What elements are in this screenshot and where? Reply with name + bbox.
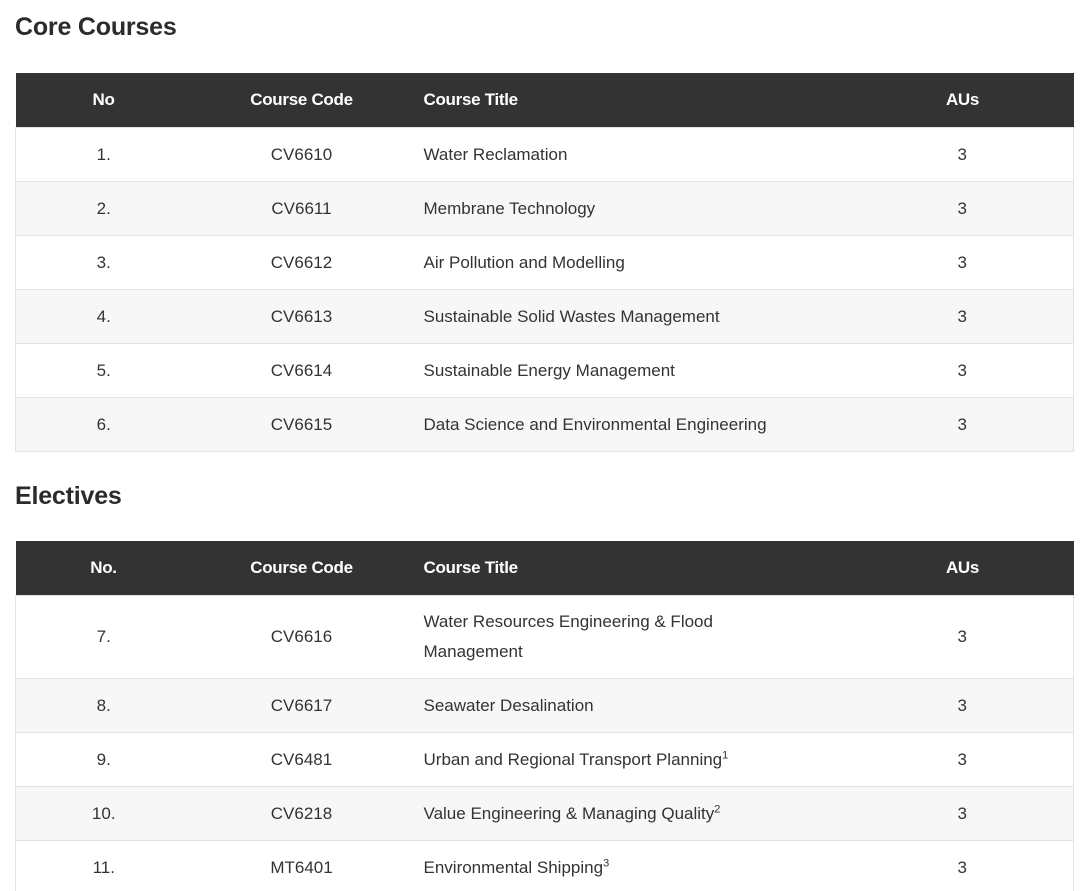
cell-aus: 3 [851, 678, 1074, 733]
cell-course-title: Sustainable Energy Management [411, 343, 852, 398]
footnote-marker: 3 [603, 856, 610, 869]
cell-no: 11. [15, 840, 192, 891]
cell-aus: 3 [851, 397, 1074, 452]
footnote-marker: 1 [722, 748, 729, 761]
header-aus: AUs [851, 541, 1074, 596]
cell-aus: 3 [851, 840, 1074, 891]
cell-aus: 3 [851, 289, 1074, 344]
cell-course-title: Data Science and Environmental Engineeri… [411, 397, 852, 452]
cell-no: 3. [15, 235, 192, 290]
cell-course-code: CV6218 [191, 786, 412, 841]
table-header-row: No. Course Code Course Title AUs [15, 541, 1074, 596]
cell-aus: 3 [851, 595, 1074, 679]
course-title-line-1: Water Resources Engineering & Flood [423, 612, 713, 631]
cell-course-title: Water Resources Engineering & Flood Manag… [411, 595, 852, 679]
cell-course-code: CV6615 [191, 397, 412, 452]
header-course-code: Course Code [191, 541, 412, 596]
table-row: 7. CV6616 Water Resources Engineering & … [15, 595, 1074, 679]
cell-course-code: CV6617 [191, 678, 412, 733]
course-title-text: Urban and Regional Transport Planning [423, 749, 723, 769]
cell-aus: 3 [851, 181, 1074, 236]
table-row: 5. CV6614 Sustainable Energy Management … [15, 343, 1074, 398]
cell-no: 6. [15, 397, 192, 452]
cell-aus: 3 [851, 732, 1074, 787]
cell-aus: 3 [851, 786, 1074, 841]
cell-aus: 3 [851, 127, 1074, 182]
cell-aus: 3 [851, 343, 1074, 398]
electives-table: No. Course Code Course Title AUs 7. CV66… [15, 541, 1074, 891]
cell-course-code: CV6610 [191, 127, 412, 182]
cell-no: 4. [15, 289, 192, 344]
cell-course-code: CV6614 [191, 343, 412, 398]
table-row: 11. MT6401 Environmental Shipping3 3 [15, 840, 1074, 891]
page: Core Courses No Course Code Course Title… [0, 0, 1080, 891]
header-course-title: Course Title [411, 541, 852, 596]
table-header-row: No Course Code Course Title AUs [15, 73, 1074, 128]
course-title-text: Environmental Shipping [423, 857, 604, 877]
cell-no: 2. [15, 181, 192, 236]
header-course-code: Course Code [191, 73, 412, 128]
cell-no: 5. [15, 343, 192, 398]
course-title-text: Value Engineering & Managing Quality [423, 803, 715, 823]
course-title-line-2: Management [423, 642, 523, 661]
cell-course-title: Environmental Shipping3 [411, 840, 852, 891]
header-no: No [15, 73, 192, 128]
table-row: 10. CV6218 Value Engineering & Managing … [15, 786, 1074, 841]
table-row: 9. CV6481 Urban and Regional Transport P… [15, 732, 1074, 787]
footnote-marker: 2 [714, 802, 721, 815]
cell-course-code: CV6613 [191, 289, 412, 344]
table-row: 6. CV6615 Data Science and Environmental… [15, 397, 1074, 452]
cell-course-code: CV6612 [191, 235, 412, 290]
header-no: No. [15, 541, 192, 596]
cell-no: 7. [15, 595, 192, 679]
table-row: 1. CV6610 Water Reclamation 3 [15, 127, 1074, 182]
table-row: 3. CV6612 Air Pollution and Modelling 3 [15, 235, 1074, 290]
cell-course-title: Water Reclamation [411, 127, 852, 182]
cell-aus: 3 [851, 235, 1074, 290]
cell-no: 10. [15, 786, 192, 841]
electives-heading: Electives [15, 482, 122, 510]
cell-course-title: Membrane Technology [411, 181, 852, 236]
core-courses-heading: Core Courses [15, 13, 177, 41]
cell-course-code: CV6481 [191, 732, 412, 787]
cell-no: 1. [15, 127, 192, 182]
table-row: 8. CV6617 Seawater Desalination 3 [15, 678, 1074, 733]
core-courses-table: No Course Code Course Title AUs 1. CV661… [15, 73, 1074, 452]
cell-course-title: Seawater Desalination [411, 678, 852, 733]
header-course-title: Course Title [411, 73, 852, 128]
header-aus: AUs [851, 73, 1074, 128]
cell-course-title: Urban and Regional Transport Planning1 [411, 732, 852, 787]
cell-no: 9. [15, 732, 192, 787]
cell-course-code: MT6401 [191, 840, 412, 891]
table-row: 4. CV6613 Sustainable Solid Wastes Manag… [15, 289, 1074, 344]
cell-course-code: CV6611 [191, 181, 412, 236]
cell-no: 8. [15, 678, 192, 733]
cell-course-title: Value Engineering & Managing Quality2 [411, 786, 852, 841]
cell-course-title: Sustainable Solid Wastes Management [411, 289, 852, 344]
cell-course-code: CV6616 [191, 595, 412, 679]
cell-course-title: Air Pollution and Modelling [411, 235, 852, 290]
table-row: 2. CV6611 Membrane Technology 3 [15, 181, 1074, 236]
